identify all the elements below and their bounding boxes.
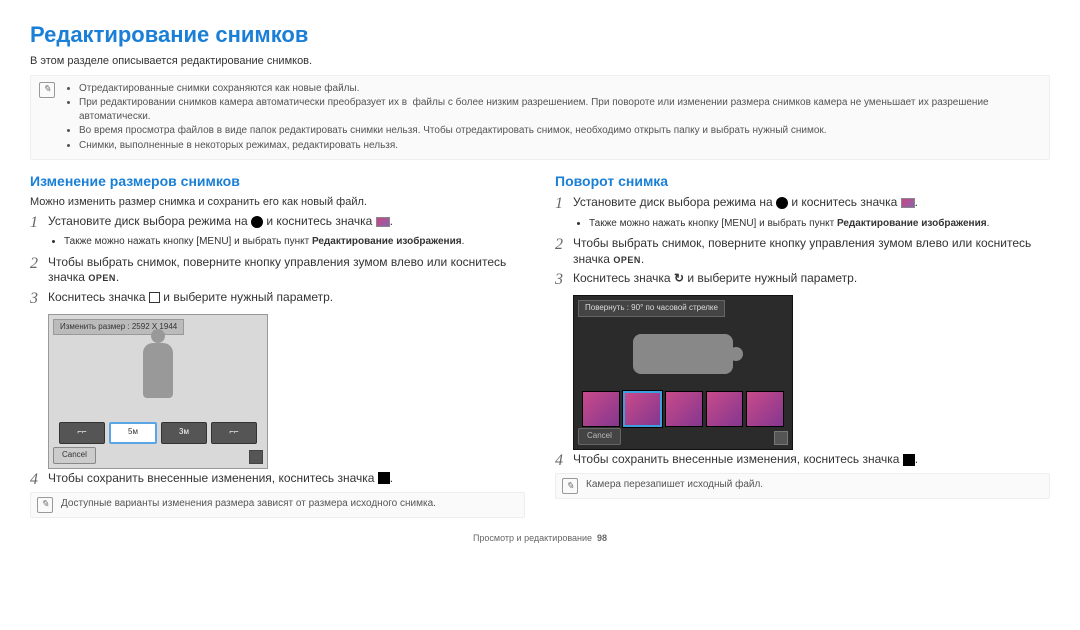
step1-sub: Также можно нажать кнопку [MENU] и выбра… [30,235,525,249]
rotate-icon: ↻ [674,271,684,287]
footer-section: Просмотр и редактирование [473,533,592,543]
step-text: Установите диск выбора режима на и косни… [48,214,393,232]
mode-dial-icon [251,216,263,228]
gallery-icon [901,198,915,208]
open-label: OPEN [88,273,116,283]
step-number: 2 [30,255,48,286]
step3-text-a: Коснитесь значка [573,271,674,285]
step1-sub-text: Также можно нажать кнопку [MENU] и выбра… [64,236,312,247]
content-columns: Изменение размеров снимков Можно изменит… [30,172,1050,518]
step4-text: Чтобы сохранить внесенные изменения, кос… [48,471,378,485]
info-icon: ✎ [37,497,53,513]
info-icon: ✎ [39,82,55,98]
save-icon[interactable] [774,431,788,445]
step-3: 3 Коснитесь значка ↻ и выберите нужный п… [555,271,1050,289]
page-number: 98 [597,533,607,543]
rotate-title: Поворот снимка [555,172,1050,191]
step2-text: Чтобы выбрать снимок, поверните кнопку у… [573,236,1031,266]
step-2: 2 Чтобы выбрать снимок, поверните кнопку… [555,236,1050,267]
info-bullet: Отредактированные снимки сохраняются как… [79,82,1041,96]
main-info-box: ✎ Отредактированные снимки сохраняются к… [30,75,1050,161]
cancel-button[interactable]: Cancel [53,447,96,464]
step2-text: Чтобы выбрать снимок, поверните кнопку у… [48,255,506,285]
thumbnail[interactable] [665,391,703,427]
size-button[interactable]: 3м [161,422,207,444]
step-number: 4 [30,471,48,489]
step1-text-a: Установите диск выбора режима на [573,195,776,209]
step-1: 1 Установите диск выбора режима на и кос… [555,195,1050,213]
step-text: Чтобы выбрать снимок, поверните кнопку у… [573,236,1050,267]
step4-text: Чтобы сохранить внесенные изменения, кос… [573,452,903,466]
step-text: Чтобы выбрать снимок, поверните кнопку у… [48,255,525,286]
thumbnail[interactable] [706,391,744,427]
step1-text-b: и коснитесь значка [791,195,900,209]
step1-text-b: и коснитесь значка [266,214,375,228]
step3-text-a: Коснитесь значка [48,290,149,304]
step-text: Коснитесь значка и выберите нужный парам… [48,290,333,308]
step-number: 3 [555,271,573,289]
step-number: 2 [555,236,573,267]
step1-sub-item: Также можно нажать кнопку [MENU] и выбра… [64,235,525,249]
resize-column: Изменение размеров снимков Можно изменит… [30,172,525,518]
gallery-icon [376,217,390,227]
size-button[interactable]: ⌐⌐ [211,422,257,444]
step-number: 1 [555,195,573,213]
step3-text-b: и выберите нужный параметр. [163,290,333,304]
size-button-selected[interactable]: 5м [109,422,157,444]
open-label: OPEN [613,255,641,265]
rotate-note-text: Камера перезапишет исходный файл. [586,478,763,492]
size-button-bar: ⌐⌐ 5м 3м ⌐⌐ [59,422,257,444]
step1-sub-text: Также можно нажать кнопку [MENU] и выбра… [589,218,837,229]
resize-note-text: Доступные варианты изменения размера зав… [61,497,436,511]
step1-text-a: Установите диск выбора режима на [48,214,251,228]
info-bullet: Снимки, выполненные в некоторых режимах,… [79,139,1041,153]
step3-text-b: и выберите нужный параметр. [687,271,857,285]
save-icon [903,454,915,466]
thumbnail[interactable] [582,391,620,427]
page-footer: Просмотр и редактирование 98 [30,532,1050,544]
size-button[interactable]: ⌐⌐ [59,422,105,444]
step-text: Коснитесь значка ↻ и выберите нужный пар… [573,271,857,289]
mode-dial-icon [776,197,788,209]
resize-subtitle: Можно изменить размер снимка и сохранить… [30,195,525,210]
resize-note-box: ✎ Доступные варианты изменения размера з… [30,492,525,518]
step-number: 3 [30,290,48,308]
info-list: Отредактированные снимки сохраняются как… [63,82,1041,154]
silhouette [128,329,188,429]
rotate-screen-preview: Повернуть : 90° по часовой стрелке Cance… [573,295,793,450]
rotate-screen-label: Повернуть : 90° по часовой стрелке [578,300,725,317]
info-bullet: Во время просмотра файлов в виде папок р… [79,124,1041,138]
resize-screen-preview: Изменить размер : 2592 X 1944 ⌐⌐ 5м 3м ⌐… [48,314,268,469]
thumbnail[interactable] [746,391,784,427]
step1-sub-bold: Редактирование изображения [837,218,987,229]
thumbnail-strip [582,391,784,427]
rotate-column: Поворот снимка 1 Установите диск выбора … [555,172,1050,518]
step-text: Чтобы сохранить внесенные изменения, кос… [573,452,918,470]
step-3: 3 Коснитесь значка и выберите нужный пар… [30,290,525,308]
save-icon [378,472,390,484]
step1-sub-bold: Редактирование изображения [312,236,462,247]
info-icon: ✎ [562,478,578,494]
step-4: 4 Чтобы сохранить внесенные изменения, к… [555,452,1050,470]
step-number: 4 [555,452,573,470]
resize-title: Изменение размеров снимков [30,172,525,191]
step-text: Установите диск выбора режима на и косни… [573,195,918,213]
step-2: 2 Чтобы выбрать снимок, поверните кнопку… [30,255,525,286]
cancel-button[interactable]: Cancel [578,428,621,445]
step-4: 4 Чтобы сохранить внесенные изменения, к… [30,471,525,489]
page-title: Редактирование снимков [30,20,1050,50]
rotate-note-box: ✎ Камера перезапишет исходный файл. [555,473,1050,499]
intro-text: В этом разделе описывается редактировани… [30,54,1050,69]
step-1: 1 Установите диск выбора режима на и кос… [30,214,525,232]
resize-icon [149,292,160,303]
step-text: Чтобы сохранить внесенные изменения, кос… [48,471,393,489]
step1-sub-item: Также можно нажать кнопку [MENU] и выбра… [589,217,1050,231]
silhouette-rotated [633,334,733,374]
step-number: 1 [30,214,48,232]
thumbnail-selected[interactable] [623,391,663,427]
info-bullet: При редактировании снимков камера автома… [79,96,1041,123]
save-icon[interactable] [249,450,263,464]
step1-sub: Также можно нажать кнопку [MENU] и выбра… [555,217,1050,231]
